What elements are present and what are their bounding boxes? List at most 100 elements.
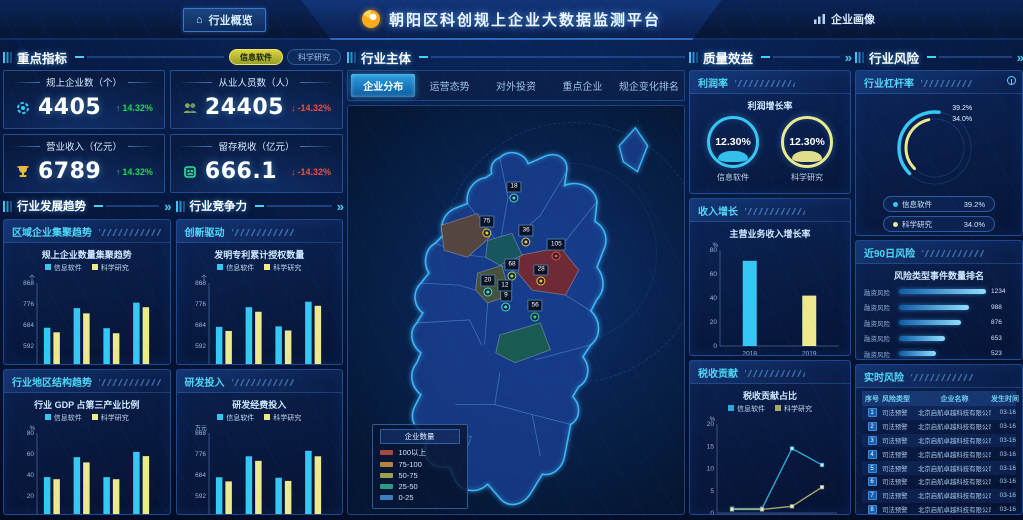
section-competitiveness-header: 行业竞争力 » <box>176 196 344 216</box>
nav-industry-overview[interactable]: ⌂ 行业概览 <box>183 8 266 32</box>
panel-realtime-risk: 实时风险 序号风险类型企业名称发生时间1司法预警北京启航卓越科技有限公司03-1… <box>855 364 1023 515</box>
event-time: 03-16 <box>991 478 1016 485</box>
expand-chevrons-icon[interactable]: » <box>337 200 343 213</box>
map-tab[interactable]: 重点企业 <box>550 74 614 97</box>
section-divider <box>75 56 224 58</box>
key-indicator-tab[interactable]: 信息软件 <box>229 49 283 65</box>
section-divider <box>419 56 685 58</box>
expand-chevrons-icon[interactable]: » <box>1017 51 1023 64</box>
bar-chart-icon <box>814 14 825 24</box>
section-risk-header: 行业风险 » <box>855 47 1023 67</box>
marker-value: 68 <box>504 259 519 271</box>
risk-column: 行业风险 » 行业杠杆率 39.2%34.0% 信息软件39.2%科学研究34.… <box>855 46 1023 515</box>
svg-text:5: 5 <box>710 488 714 495</box>
section-marker-icon <box>3 52 12 63</box>
svg-text:40: 40 <box>710 295 718 302</box>
section-marker-icon <box>347 52 356 63</box>
map-marker[interactable]: 20 <box>480 275 495 297</box>
expand-chevrons-icon[interactable]: » <box>845 51 851 64</box>
map-tab[interactable]: 运营态势 <box>417 74 481 97</box>
map-marker[interactable]: 18 <box>506 181 521 203</box>
map-tab[interactable]: 企业分布 <box>351 74 415 97</box>
hbar-row: 融资风险988 <box>864 300 1014 316</box>
chart-legend: 信息软件科学研究 <box>217 263 301 273</box>
chart-title: 发明专利累计授权数量 <box>214 248 304 261</box>
leverage-legend-item: 信息软件39.2% <box>883 196 995 212</box>
legend-swatch <box>264 414 270 420</box>
section-divider <box>927 56 1012 58</box>
bar-chart-svg: 020406080%2016201720182019 <box>12 423 162 514</box>
panel-leverage: 行业杠杆率 39.2%34.0% 信息软件39.2%科学研究34.0% <box>855 70 1023 236</box>
gear-icon <box>15 100 31 116</box>
risk-type: 司法预警 <box>882 464 918 473</box>
stat-card: 营业收入（亿元）6789↑14.32% <box>3 134 165 193</box>
map-pin-icon <box>537 277 546 286</box>
legend-swatch <box>380 462 393 467</box>
chart-region-cluster: 规上企业数量集聚趋势信息软件科学研究500592684776868个201620… <box>4 243 170 364</box>
table-row: 6司法预警北京启航卓越科技有限公司03-16 <box>862 475 1016 489</box>
row-index-badge: 4 <box>868 450 877 459</box>
hatch-decoration <box>921 80 972 87</box>
section-marker-icon <box>3 201 12 212</box>
panel-tax-contribution: 税收贡献 税收贡献占比信息软件科学研究05101520%201620172018… <box>689 360 851 515</box>
hatch-decoration <box>745 370 805 377</box>
hatch-decoration <box>745 208 805 215</box>
risk-type: 司法预警 <box>882 477 918 486</box>
panel-rnd-investment: 研发投入 研发经费投入信息软件科学研究500592684776868万元2016… <box>176 369 344 515</box>
marker-value: 56 <box>528 300 543 312</box>
hatch-decoration <box>99 229 162 236</box>
nav-enterprise-portrait[interactable]: 企业画像 <box>808 8 881 30</box>
table-header-row: 序号风险类型企业名称发生时间 <box>862 391 1016 406</box>
svg-text:684: 684 <box>23 322 34 329</box>
company-name: 北京启航卓越科技有限公司 <box>918 477 991 486</box>
map-pin-icon <box>501 303 510 312</box>
marker-value: 20 <box>480 275 495 287</box>
section-industry-main-header: 行业主体 <box>347 47 685 67</box>
development-trend-column: 行业发展趋势 » 区域企业集聚趋势 规上企业数量集聚趋势信息软件科学研究5005… <box>3 195 171 515</box>
company-name: 北京启航卓越科技有限公司 <box>918 408 991 417</box>
legend-swatch <box>92 264 98 270</box>
marker-value: 28 <box>534 264 549 276</box>
legend-swatch <box>380 450 393 455</box>
info-icon[interactable] <box>1007 76 1016 85</box>
stat-value: 6789 <box>38 159 101 184</box>
hbar-row: 融资风险876 <box>864 315 1014 331</box>
table-row: 7司法预警北京启航卓越科技有限公司03-16 <box>862 489 1016 503</box>
svg-text:10: 10 <box>707 466 715 473</box>
stat-label: 留存税收（亿元） <box>218 139 294 153</box>
risk-type: 司法预警 <box>882 505 918 514</box>
map-marker[interactable]: 105 <box>547 239 566 261</box>
hatch-decoration <box>911 374 974 381</box>
svg-text:%: % <box>29 426 35 432</box>
platform-logo-icon <box>362 10 380 28</box>
legend-dot-icon <box>893 202 898 207</box>
trophy-icon <box>15 164 31 180</box>
stat-label: 从业人员数（人） <box>218 75 294 89</box>
svg-text:15: 15 <box>707 443 715 450</box>
map-marker[interactable]: 9 <box>500 290 512 312</box>
map-marker[interactable]: 75 <box>479 216 494 238</box>
expand-chevrons-icon[interactable]: » <box>164 200 170 213</box>
map-marker[interactable]: 28 <box>534 264 549 286</box>
event-time: 03-16 <box>991 409 1016 416</box>
map-tab[interactable]: 对外投资 <box>484 74 548 97</box>
map-marker[interactable]: 36 <box>518 225 533 247</box>
row-index-badge: 8 <box>868 505 877 514</box>
risk-type: 司法预警 <box>882 436 918 445</box>
risk-type: 司法预警 <box>882 408 918 417</box>
row-index-badge: 3 <box>868 436 877 445</box>
risk-type: 司法预警 <box>882 422 918 431</box>
page-title: 朝阳区科创规上企业大数据监测平台 <box>389 9 661 30</box>
key-indicator-tab[interactable]: 科学研究 <box>287 49 341 65</box>
map-pin-icon <box>483 287 492 296</box>
section-title-key-indicators: 重点指标 <box>17 48 67 67</box>
marker-value: 75 <box>479 216 494 228</box>
map-marker[interactable]: 68 <box>504 259 519 281</box>
map-marker[interactable]: 56 <box>528 300 543 322</box>
competitiveness-column: 行业竞争力 » 创新驱动 发明专利累计授权数量信息软件科学研究500592684… <box>176 195 344 515</box>
section-divider <box>761 56 840 58</box>
map-tab[interactable]: 规企变化排名 <box>617 74 681 97</box>
svg-text:60: 60 <box>710 271 718 278</box>
legend-swatch <box>92 414 98 420</box>
bar-chart-svg: 500592684776868个2016201720182019 <box>12 273 162 364</box>
